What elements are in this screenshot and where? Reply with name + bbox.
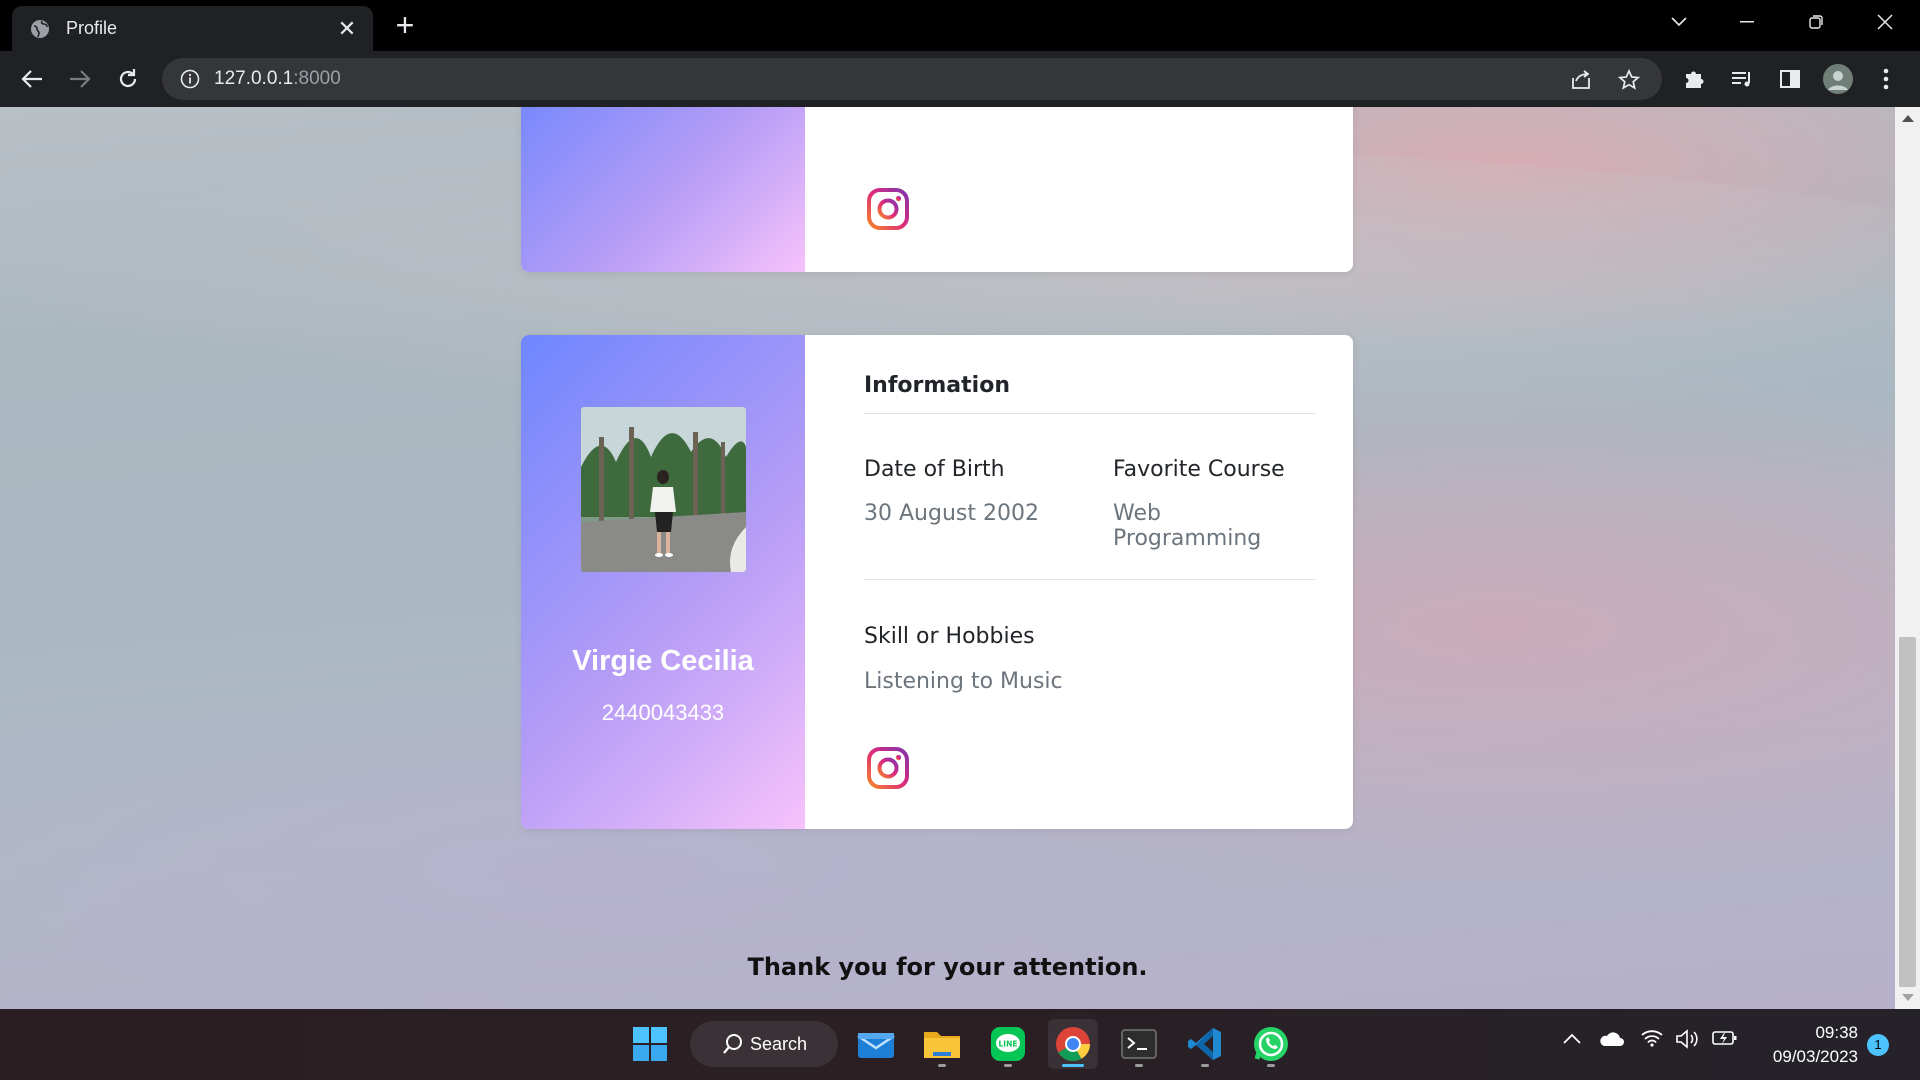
battery-charging-icon[interactable] xyxy=(1712,1029,1738,1052)
scroll-up-arrow-icon[interactable] xyxy=(1902,115,1914,122)
running-indicator xyxy=(1267,1064,1275,1067)
profile-photo xyxy=(581,407,746,572)
divider xyxy=(864,413,1316,414)
tab-strip: Profile ✕ + xyxy=(0,0,1920,51)
profile-name: Virgie Cecilia xyxy=(572,645,754,677)
forward-button[interactable] xyxy=(62,61,98,97)
line-app-icon[interactable]: LINE xyxy=(983,1019,1033,1069)
divider xyxy=(864,579,1316,580)
running-indicator xyxy=(1004,1064,1012,1067)
scrollbar-thumb[interactable] xyxy=(1899,637,1916,987)
favorite-course-value: Web Programming xyxy=(1113,501,1262,551)
previous-profile-card xyxy=(521,107,1353,272)
reload-button[interactable] xyxy=(110,61,146,97)
running-indicator xyxy=(1135,1064,1143,1067)
close-tab-icon[interactable]: ✕ xyxy=(335,16,359,42)
terminal-app-icon[interactable] xyxy=(1114,1019,1164,1069)
mail-app-icon[interactable] xyxy=(851,1019,901,1069)
close-window-button[interactable] xyxy=(1850,0,1920,44)
media-queue-icon[interactable] xyxy=(1724,61,1760,97)
thank-you-message: Thank you for your attention. xyxy=(747,953,1148,981)
menu-kebab-icon[interactable] xyxy=(1868,61,1904,97)
whatsapp-app-icon[interactable] xyxy=(1246,1019,1296,1069)
previous-card-sidebar xyxy=(521,107,805,272)
wifi-icon[interactable] xyxy=(1640,1029,1664,1052)
tab-profile[interactable]: Profile ✕ xyxy=(12,6,373,51)
share-icon[interactable] xyxy=(1568,67,1594,93)
onedrive-cloud-icon[interactable] xyxy=(1598,1031,1624,1052)
volume-icon[interactable] xyxy=(1675,1029,1699,1054)
side-panel-icon[interactable] xyxy=(1772,61,1808,97)
hobbies-label: Skill or Hobbies xyxy=(864,624,1035,649)
taskbar: Search LINE 09:38 09/03/2023 1 xyxy=(0,1009,1920,1080)
running-indicator xyxy=(938,1064,946,1067)
show-hidden-icons-chevron-icon[interactable] xyxy=(1563,1029,1581,1050)
student-id: 2440043433 xyxy=(601,700,725,725)
windows-start-icon[interactable] xyxy=(625,1019,675,1069)
system-clock[interactable]: 09:38 09/03/2023 xyxy=(1748,1021,1858,1069)
running-indicator xyxy=(1201,1064,1209,1067)
instagram-icon[interactable] xyxy=(866,187,910,231)
tab-title: Profile xyxy=(66,18,118,38)
url-host: 127.0.0.1 xyxy=(214,68,294,89)
search-label: Search xyxy=(750,1033,808,1054)
page-viewport: Virgie Cecilia 2440043433 Information Da… xyxy=(0,107,1895,1009)
scroll-down-arrow-icon[interactable] xyxy=(1902,994,1914,1001)
url-port: :8000 xyxy=(293,68,341,89)
file-explorer-icon[interactable] xyxy=(917,1019,967,1069)
chrome-app-icon[interactable] xyxy=(1048,1019,1098,1069)
svg-text:LINE: LINE xyxy=(999,1040,1018,1049)
restore-button[interactable] xyxy=(1781,0,1851,44)
back-button[interactable] xyxy=(14,61,50,97)
search-icon xyxy=(723,1034,742,1054)
tab-search-chevron-icon[interactable] xyxy=(1644,0,1714,44)
favorite-course-label: Favorite Course xyxy=(1113,457,1285,482)
hobbies-value: Listening to Music xyxy=(864,669,1063,694)
address-bar[interactable]: 127.0.0.1:8000 xyxy=(162,58,1662,100)
clock-time: 09:38 xyxy=(1815,1023,1858,1042)
new-tab-button[interactable]: + xyxy=(390,9,420,41)
dob-label: Date of Birth xyxy=(864,457,1005,482)
notification-badge[interactable]: 1 xyxy=(1867,1034,1889,1056)
profile-card: Virgie Cecilia 2440043433 Information Da… xyxy=(521,335,1353,829)
info-icon[interactable] xyxy=(180,69,200,89)
profile-avatar[interactable] xyxy=(1820,61,1856,97)
minimize-button[interactable] xyxy=(1712,0,1782,44)
globe-icon xyxy=(31,19,49,38)
taskbar-search[interactable]: Search xyxy=(690,1021,838,1067)
dob-value: 30 August 2002 xyxy=(864,501,1039,526)
active-indicator xyxy=(1062,1064,1084,1067)
information-heading: Information xyxy=(864,373,1010,398)
bookmark-star-icon[interactable] xyxy=(1616,67,1642,93)
clock-date: 09/03/2023 xyxy=(1772,1047,1858,1066)
extensions-puzzle-icon[interactable] xyxy=(1676,61,1712,97)
profile-sidebar: Virgie Cecilia 2440043433 xyxy=(521,335,805,829)
vscode-app-icon[interactable] xyxy=(1180,1019,1230,1069)
browser-toolbar: 127.0.0.1:8000 xyxy=(0,51,1920,107)
page-scrollbar[interactable] xyxy=(1895,107,1920,1009)
instagram-icon[interactable] xyxy=(866,746,910,790)
